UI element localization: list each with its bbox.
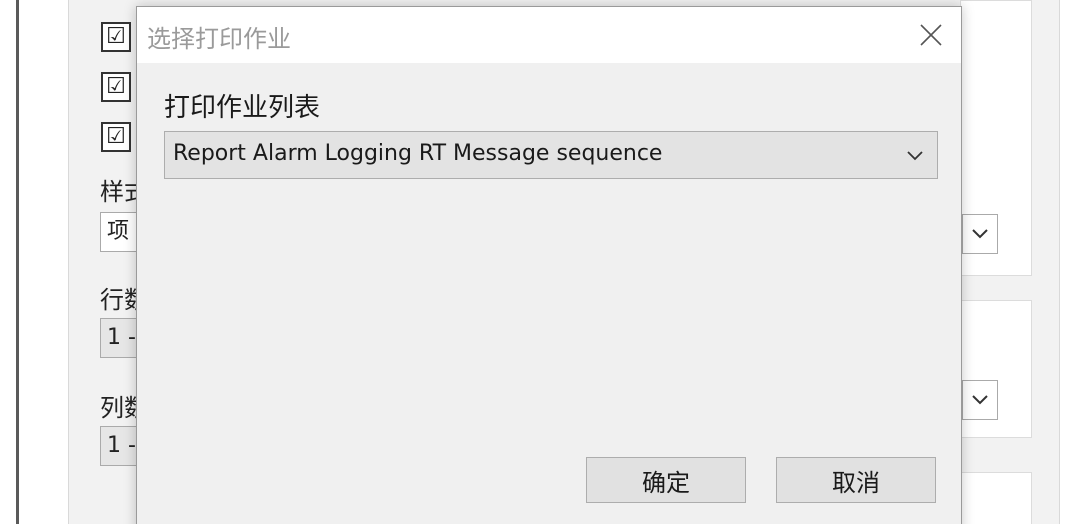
cancel-button[interactable]: 取消 <box>776 457 936 503</box>
screen: ☑ ☑ ☑ 样式 项 行数 1 - 列数 1 - 选择打印作业 打印作业列表 R <box>0 0 1086 524</box>
background-checkbox-icon[interactable]: ☑ <box>101 22 131 52</box>
background-columns-label: 列数 <box>100 394 138 422</box>
ok-button[interactable]: 确定 <box>586 457 746 503</box>
background-group-box <box>960 472 1032 524</box>
select-print-job-dialog: 选择打印作业 打印作业列表 Report Alarm Logging RT Me… <box>136 6 962 524</box>
background-checkbox-icon[interactable]: ☑ <box>101 122 131 152</box>
background-rows-field[interactable]: 1 - <box>100 318 140 358</box>
print-job-dropdown[interactable]: Report Alarm Logging RT Message sequence <box>164 131 938 179</box>
print-job-selected-value: Report Alarm Logging RT Message sequence <box>173 141 663 166</box>
background-rows-label: 行数 <box>100 286 138 314</box>
background-dropdown-button[interactable] <box>962 380 998 420</box>
chevron-down-icon <box>972 229 988 239</box>
background-dropdown-button[interactable] <box>962 214 998 254</box>
window-edge <box>16 0 19 524</box>
close-icon <box>920 24 942 46</box>
chevron-down-icon <box>903 144 927 168</box>
print-job-list-label: 打印作业列表 <box>164 93 321 123</box>
chevron-down-icon <box>972 395 988 405</box>
background-style-field[interactable]: 项 <box>100 212 140 252</box>
close-button[interactable] <box>905 11 957 59</box>
background-checkbox-icon[interactable]: ☑ <box>101 72 131 102</box>
dialog-title: 选择打印作业 <box>147 25 291 53</box>
dialog-titlebar[interactable]: 选择打印作业 <box>137 7 961 63</box>
background-columns-field[interactable]: 1 - <box>100 426 140 466</box>
background-style-label: 样式 <box>100 178 138 206</box>
